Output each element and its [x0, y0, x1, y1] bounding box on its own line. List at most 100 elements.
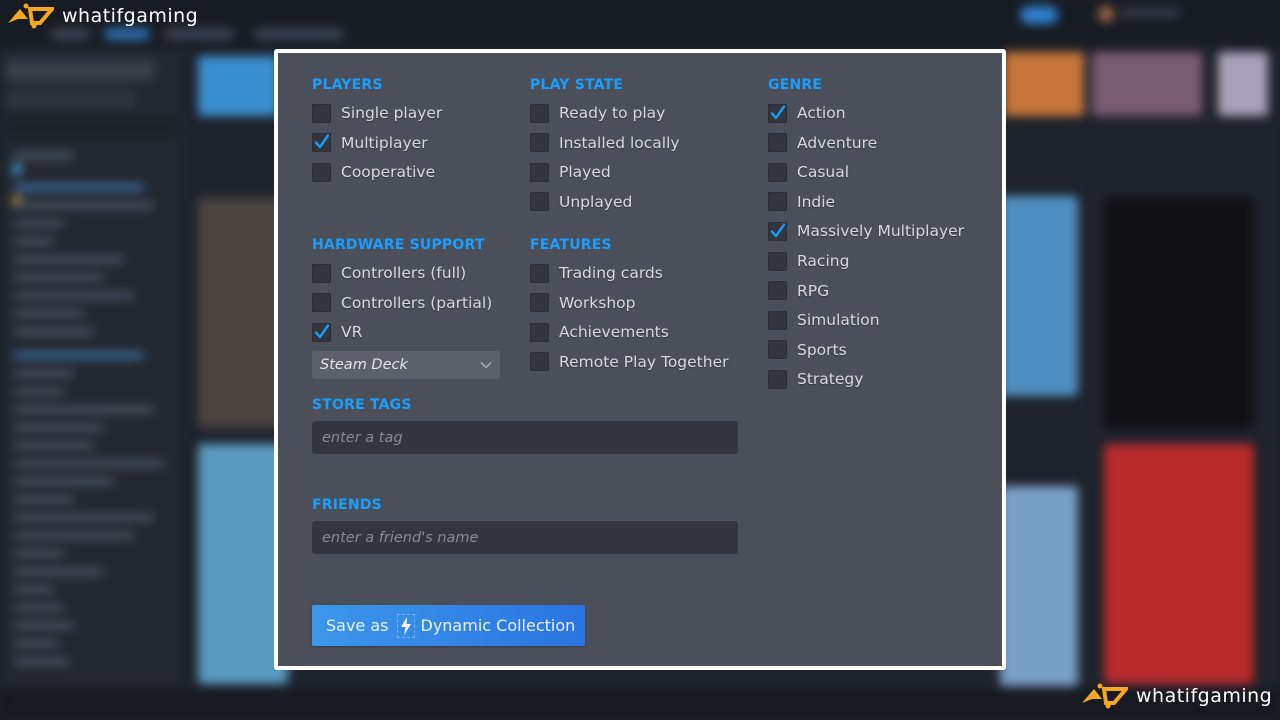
bg-tile [1092, 52, 1202, 116]
filter-option-remote-play-together[interactable]: Remote Play Together [530, 351, 729, 373]
bg-home-button [6, 60, 154, 80]
bg-tile [1104, 198, 1254, 428]
checkbox[interactable] [312, 103, 331, 123]
whatifgaming-logo-icon [8, 3, 54, 29]
checkbox-label: RPG [797, 281, 830, 300]
checkbox[interactable] [768, 162, 787, 182]
bg-tile [1218, 52, 1268, 116]
filter-option-sports[interactable]: Sports [768, 339, 847, 361]
checkbox[interactable] [312, 133, 331, 153]
lightning-bolt-icon [396, 613, 415, 638]
features-section-title: FEATURES [530, 237, 612, 253]
checkbox[interactable] [530, 103, 549, 123]
checkbox[interactable] [768, 133, 787, 153]
bg-side-row [14, 622, 74, 629]
checkbox[interactable] [768, 221, 787, 241]
hardware-support-section-title: HARDWARE SUPPORT [312, 237, 485, 253]
checkbox-label: Action [797, 104, 846, 122]
save-button-label-after: Dynamic Collection [420, 616, 576, 635]
checkmark-icon [770, 223, 786, 238]
filter-option-racing[interactable]: Racing [768, 250, 849, 272]
filter-option-controllers-partial[interactable]: Controllers (partial) [312, 292, 492, 314]
bg-side-row [14, 514, 154, 521]
checkbox-label: Controllers (full) [341, 264, 467, 282]
checkbox[interactable] [768, 192, 787, 212]
checkbox[interactable] [768, 103, 787, 123]
bg-nav-item [164, 28, 234, 40]
bg-tile [1104, 444, 1254, 684]
filter-option-action[interactable]: Action [768, 102, 846, 124]
checkbox[interactable] [768, 340, 787, 360]
checkbox-label: Multiplayer [341, 133, 428, 152]
friends-input[interactable] [312, 521, 738, 554]
bg-side-row [14, 442, 94, 449]
checkbox[interactable] [312, 162, 331, 182]
filter-option-trading-cards[interactable]: Trading cards [530, 262, 663, 284]
watermark-bottom: whatifgaming [1080, 683, 1272, 709]
players-section-title: PLAYERS [312, 77, 383, 93]
filter-option-single-player[interactable]: Single player [312, 102, 442, 124]
save-button-label-before: Save as [326, 616, 389, 635]
filter-option-played[interactable]: Played [530, 161, 611, 183]
checkbox-label: Simulation [797, 311, 880, 330]
filter-option-controllers-full[interactable]: Controllers (full) [312, 262, 466, 284]
hardware-select[interactable]: Steam Deck [312, 351, 500, 379]
friends-section-title: FRIENDS [312, 497, 382, 513]
bg-side-row [14, 238, 54, 245]
checkbox-label: Unplayed [559, 192, 633, 211]
play-state-section-title: PLAY STATE [530, 77, 624, 93]
filter-option-casual[interactable]: Casual [768, 161, 849, 183]
checkbox[interactable] [312, 322, 331, 342]
filter-option-multiplayer[interactable]: Multiplayer [312, 132, 428, 154]
bg-sidebar [0, 48, 182, 688]
checkbox-label: Single player [341, 104, 443, 122]
checkbox[interactable] [312, 293, 331, 313]
filter-option-massively-multiplayer[interactable]: Massively Multiplayer [768, 220, 964, 242]
watermark-top: whatifgaming [6, 3, 198, 29]
bg-tile [1000, 486, 1078, 686]
filter-option-cooperative[interactable]: Cooperative [312, 161, 435, 183]
advanced-filter-panel: PLAYERS Single player Multiplayer Cooperat… [274, 49, 1006, 670]
checkbox[interactable] [530, 322, 549, 342]
bg-side-row [14, 256, 124, 263]
filter-option-ready-to-play[interactable]: Ready to play [530, 102, 665, 124]
bg-side-row [14, 640, 59, 647]
checkbox[interactable] [530, 162, 549, 182]
bg-side-row [14, 388, 64, 395]
bg-side-row [14, 424, 104, 431]
bg-side-row [14, 370, 74, 377]
bg-side-row [14, 328, 94, 335]
checkbox[interactable] [530, 293, 549, 313]
filter-option-rpg[interactable]: RPG [768, 280, 829, 302]
filter-option-installed-locally[interactable]: Installed locally [530, 132, 680, 154]
bg-nav-item-active [104, 28, 150, 40]
filter-option-vr[interactable]: VR [312, 321, 362, 343]
filter-option-unplayed[interactable]: Unplayed [530, 191, 632, 213]
checkbox[interactable] [768, 251, 787, 271]
filter-option-simulation[interactable]: Simulation [768, 309, 880, 331]
checkbox[interactable] [768, 310, 787, 330]
checkbox-label: Ready to play [559, 104, 666, 122]
filter-option-strategy[interactable]: Strategy [768, 368, 863, 390]
checkbox-label: Cooperative [341, 163, 436, 182]
bg-side-row [14, 152, 74, 159]
filter-option-workshop[interactable]: Workshop [530, 292, 635, 314]
checkbox[interactable] [530, 133, 549, 153]
save-dynamic-collection-button[interactable]: Save as Dynamic Collection [312, 605, 585, 646]
checkbox[interactable] [530, 263, 549, 283]
bg-tile [1000, 196, 1078, 396]
watermark-text: whatifgaming [62, 5, 199, 27]
checkbox[interactable] [768, 369, 787, 389]
checkbox-label: Installed locally [559, 133, 680, 152]
filter-option-achievements[interactable]: Achievements [530, 321, 669, 343]
filter-option-indie[interactable]: Indie [768, 191, 835, 213]
checkbox[interactable] [312, 263, 331, 283]
checkbox[interactable] [768, 281, 787, 301]
checkbox[interactable] [530, 192, 549, 212]
checkbox[interactable] [530, 352, 549, 372]
store-tags-input[interactable] [312, 421, 738, 454]
bg-avatar [1098, 6, 1114, 22]
bg-tile [1004, 52, 1084, 116]
chevron-down-icon [480, 361, 492, 369]
filter-option-adventure[interactable]: Adventure [768, 132, 877, 154]
